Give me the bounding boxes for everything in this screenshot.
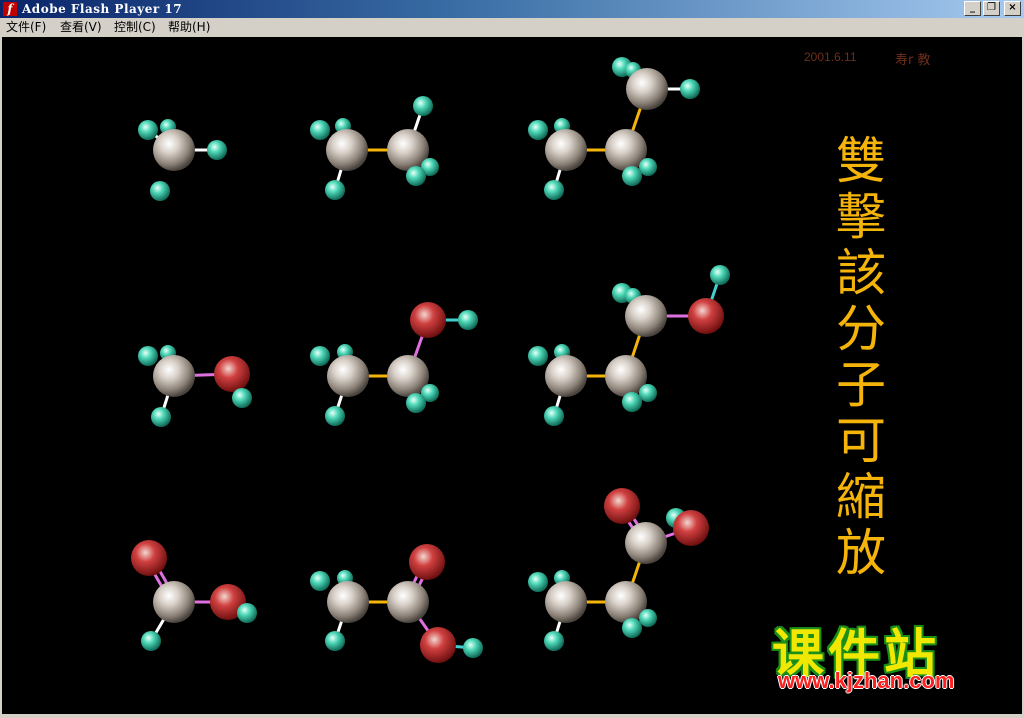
atom-H (639, 609, 657, 627)
molecule-methanol[interactable] (138, 345, 252, 427)
atom-H (232, 388, 252, 408)
atom-O (688, 298, 724, 334)
atom-H (544, 631, 564, 651)
atom-H (528, 346, 548, 366)
atom-H (325, 180, 345, 200)
atom-C (327, 355, 369, 397)
restore-button[interactable]: ❐ (983, 1, 1000, 16)
author-label: 寿r 教 (895, 53, 931, 68)
molecule-propanol[interactable] (528, 265, 730, 426)
atom-C (153, 129, 195, 171)
atom-C (153, 581, 195, 623)
window-titlebar[interactable]: f Adobe Flash Player 17 _ ❐ × (0, 0, 1024, 18)
atom-H (141, 631, 161, 651)
atom-H (544, 180, 564, 200)
atom-H (463, 638, 483, 658)
atom-H (458, 310, 478, 330)
molecule-ethanol[interactable] (310, 302, 478, 426)
atom-H (622, 618, 642, 638)
menu-bar: 文件(F) 查看(V) 控制(C) 帮助(H) (0, 18, 1024, 37)
atom-H (237, 603, 257, 623)
molecule-ethane[interactable] (310, 96, 439, 200)
molecule-propanoic-acid[interactable] (528, 488, 709, 651)
molecule-acetic-acid[interactable] (310, 544, 483, 663)
atom-O (420, 627, 456, 663)
atom-H (325, 631, 345, 651)
atom-H (138, 346, 158, 366)
menu-control[interactable]: 控制(C) (114, 18, 156, 37)
atom-H (680, 79, 700, 99)
atom-O (131, 540, 167, 576)
atom-H (528, 572, 548, 592)
logo-url: www.kjzhan.com (778, 668, 955, 693)
atom-C (625, 295, 667, 337)
molecule-methane[interactable] (138, 119, 227, 201)
atom-C (545, 355, 587, 397)
atom-H (710, 265, 730, 285)
atom-H (406, 166, 426, 186)
atom-H (544, 406, 564, 426)
date-label: 2001.6.11 (804, 50, 857, 64)
atom-O (409, 544, 445, 580)
atom-H (150, 181, 170, 201)
atom-H (310, 346, 330, 366)
atom-H (310, 571, 330, 591)
atom-H (622, 166, 642, 186)
atom-O (673, 510, 709, 546)
atom-C (625, 522, 667, 564)
menu-help[interactable]: 帮助(H) (168, 18, 210, 37)
flash-stage[interactable]: 2001.6.11 寿r 教 雙擊該分子可縮放 课件站 www.kjzhan.c… (2, 37, 1022, 714)
atom-C (626, 68, 668, 110)
site-logo: 课件站 www.kjzhan.com (772, 612, 1012, 702)
atom-H (406, 393, 426, 413)
atom-C (387, 581, 429, 623)
atom-H (622, 392, 642, 412)
atom-O (604, 488, 640, 524)
atom-C (326, 129, 368, 171)
atom-H (528, 120, 548, 140)
atom-H (138, 120, 158, 140)
window-controls: _ ❐ × (964, 1, 1021, 16)
atom-H (207, 140, 227, 160)
close-button[interactable]: × (1004, 1, 1021, 16)
menu-view[interactable]: 查看(V) (60, 18, 102, 37)
atom-C (545, 129, 587, 171)
atom-H (639, 158, 657, 176)
atom-H (413, 96, 433, 116)
molecule-formic-acid[interactable] (131, 540, 257, 651)
atom-C (153, 355, 195, 397)
minimize-button[interactable]: _ (964, 1, 981, 16)
atom-H (310, 120, 330, 140)
atom-C (327, 581, 369, 623)
atom-O (214, 356, 250, 392)
flash-player-icon: f (3, 2, 17, 16)
window-title: Adobe Flash Player 17 (22, 2, 183, 16)
atom-H (325, 406, 345, 426)
atom-C (545, 581, 587, 623)
molecule-propane[interactable] (528, 57, 700, 200)
atom-O (410, 302, 446, 338)
menu-file[interactable]: 文件(F) (6, 18, 46, 37)
atom-H (639, 384, 657, 402)
atom-H (151, 407, 171, 427)
vertical-title: 雙擊該分子可縮放 (836, 132, 886, 582)
